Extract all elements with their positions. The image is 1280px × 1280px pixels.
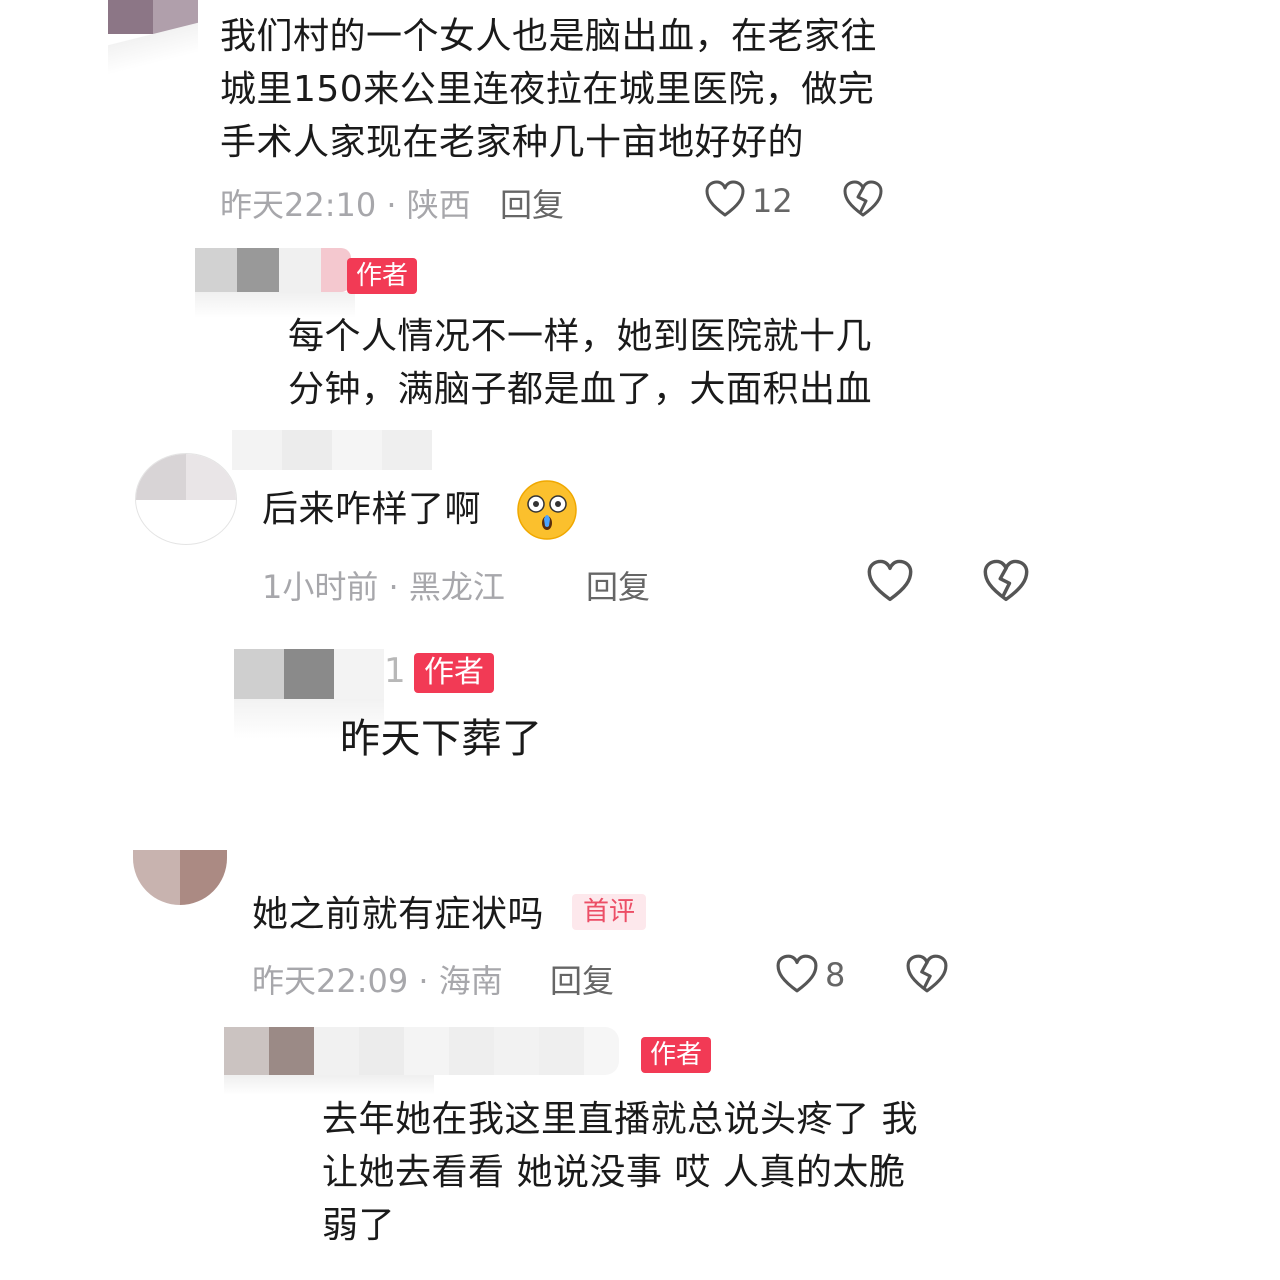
comment-text: 她之前就有症状吗 xyxy=(252,894,545,935)
heart-outline-icon[interactable] xyxy=(705,180,745,218)
username-pixelated xyxy=(224,1027,619,1075)
author-badge: 作者 xyxy=(414,653,494,693)
avatar[interactable] xyxy=(133,850,227,905)
avatar[interactable] xyxy=(135,453,237,545)
comment-2: 后来咋样了啊 1小时前 · 黑龙江 回复 xyxy=(0,425,1280,625)
reply-button[interactable]: 回复 xyxy=(586,562,650,608)
heart-outline-icon[interactable] xyxy=(867,559,913,603)
comment-3: 她之前就有症状吗 首评 昨天22:09 · 海南 回复 8 xyxy=(0,850,1280,1020)
reply-comment-2: 1 作者 昨天下葬了 xyxy=(0,635,1280,785)
comment-text: 去年她在我这里直播就总说头疼了 我 让她去看看 她说没事 哎 人真的太脆 弱了 xyxy=(322,1099,918,1246)
first-comment-badge: 首评 xyxy=(572,894,647,930)
author-badge: 作者 xyxy=(641,1037,712,1073)
username-pixelated xyxy=(232,430,432,470)
broken-heart-icon[interactable] xyxy=(906,954,948,994)
like-count: 12 xyxy=(752,182,793,220)
broken-heart-icon[interactable] xyxy=(843,180,883,218)
comment-time-location: 1小时前 · 黑龙江 xyxy=(262,568,505,606)
reply-comment-1: 作者 每个人情况不一样，她到医院就十几 分钟，满脑子都是血了，大面积出血 xyxy=(0,240,1280,420)
reply-comment-3: 作者 去年她在我这里直播就总说头疼了 我 让她去看看 她说没事 哎 人真的太脆 … xyxy=(0,1025,1280,1280)
comment-text: 昨天下葬了 xyxy=(340,716,543,762)
comment-time-location: 昨天22:09 · 海南 xyxy=(252,962,503,1000)
comment-time-location: 昨天22:10 · 陕西 xyxy=(220,186,471,224)
like-count: 8 xyxy=(825,956,846,994)
comment-1: 我们村的一个女人也是脑出血，在老家往 城里150来公里连夜拉在城里医院，做完 手… xyxy=(0,0,1280,225)
avatar-shadow xyxy=(224,1075,434,1095)
comment-text: 我们村的一个女人也是脑出血，在老家往 城里150来公里连夜拉在城里医院，做完 手… xyxy=(220,16,878,163)
username-pixelated xyxy=(195,248,355,292)
author-badge: 作者 xyxy=(347,258,418,294)
username-pixelated xyxy=(234,649,384,699)
reply-button[interactable]: 回复 xyxy=(500,180,564,226)
comment-text: 后来咋样了啊 xyxy=(262,489,482,530)
shocked-face-emoji xyxy=(516,479,578,541)
reply-button[interactable]: 回复 xyxy=(550,956,614,1002)
username-fragment: 1 xyxy=(384,651,406,691)
heart-outline-icon[interactable] xyxy=(776,954,818,994)
broken-heart-icon[interactable] xyxy=(983,559,1029,603)
comment-text: 每个人情况不一样，她到医院就十几 分钟，满脑子都是血了，大面积出血 xyxy=(288,316,873,410)
